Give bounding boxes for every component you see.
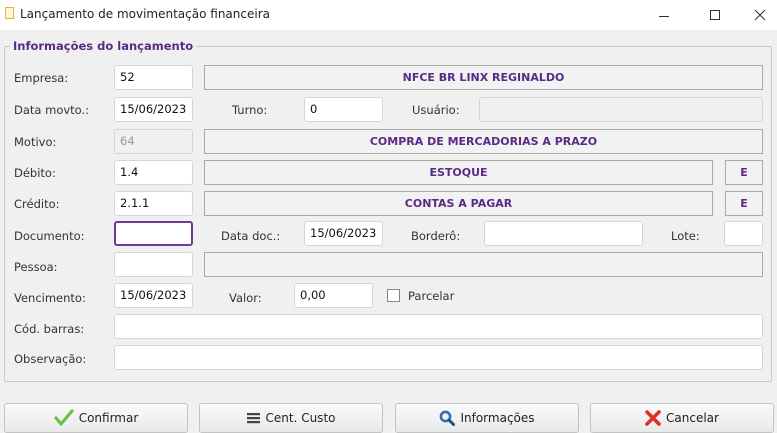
empresa-name-panel: NFCE BR LINX REGINALDO bbox=[204, 65, 763, 90]
bordero-label: Borderô: bbox=[411, 229, 461, 243]
maximize-icon bbox=[710, 10, 720, 20]
close-button[interactable] bbox=[737, 0, 777, 30]
info-button[interactable]: Informações bbox=[395, 403, 579, 433]
maximize-button[interactable] bbox=[692, 0, 738, 30]
documento-label: Documento: bbox=[14, 229, 85, 243]
observacao-field[interactable] bbox=[114, 345, 763, 370]
cod-barras-label: Cód. barras: bbox=[14, 322, 85, 336]
usuario-field bbox=[479, 97, 763, 122]
debito-label: Débito: bbox=[14, 166, 56, 180]
pessoa-name-panel bbox=[204, 252, 763, 277]
confirm-button-label: Confirmar bbox=[78, 411, 139, 425]
motivo-label: Motivo: bbox=[14, 135, 57, 149]
vencimento-field[interactable]: 15/06/2023 bbox=[114, 283, 193, 308]
minimize-button[interactable] bbox=[641, 0, 687, 30]
magnifier-icon bbox=[439, 410, 456, 426]
credito-field[interactable]: 2.1.1 bbox=[114, 191, 193, 216]
confirm-button[interactable]: Confirmar bbox=[4, 403, 188, 433]
vencimento-label: Vencimento: bbox=[14, 291, 86, 305]
credito-name-panel: CONTAS A PAGAR bbox=[204, 191, 713, 216]
credito-e-button[interactable]: E bbox=[725, 191, 763, 216]
debito-field[interactable]: 1.4 bbox=[114, 160, 193, 185]
list-icon bbox=[246, 412, 261, 424]
observacao-label: Observação: bbox=[14, 352, 87, 366]
empresa-label: Empresa: bbox=[14, 71, 69, 85]
turno-label: Turno: bbox=[232, 103, 268, 117]
credito-label: Crédito: bbox=[14, 197, 60, 211]
valor-label: Valor: bbox=[229, 291, 262, 305]
motivo-name-panel: COMPRA DE MERCADORIAS A PRAZO bbox=[204, 129, 763, 154]
debito-e-button[interactable]: E bbox=[725, 160, 763, 185]
data-movto-label: Data movto.: bbox=[14, 103, 90, 117]
motivo-field: 64 bbox=[114, 129, 193, 154]
usuario-label: Usuário: bbox=[412, 103, 460, 117]
cancel-button[interactable]: Cancelar bbox=[590, 403, 774, 433]
parcelar-label[interactable]: Parcelar bbox=[408, 289, 454, 303]
info-button-label: Informações bbox=[460, 411, 535, 425]
bordero-field[interactable] bbox=[484, 221, 643, 246]
check-icon bbox=[54, 409, 74, 427]
title-bar: Lançamento de movimentação financeira bbox=[0, 0, 777, 30]
minimize-icon bbox=[659, 15, 669, 17]
document-icon bbox=[5, 7, 14, 19]
close-icon bbox=[754, 9, 766, 21]
debito-name-panel: ESTOQUE bbox=[204, 160, 713, 185]
lote-field[interactable] bbox=[724, 221, 763, 246]
lote-label: Lote: bbox=[671, 229, 700, 243]
cod-barras-field[interactable] bbox=[114, 314, 763, 339]
window-title: Lançamento de movimentação financeira bbox=[20, 7, 270, 21]
cost-center-button-label: Cent. Custo bbox=[265, 411, 336, 425]
data-doc-label: Data doc.: bbox=[221, 229, 281, 243]
turno-field[interactable]: 0 bbox=[304, 97, 383, 122]
valor-field[interactable]: 0,00 bbox=[294, 283, 373, 308]
documento-field[interactable] bbox=[114, 221, 193, 246]
cancel-button-label: Cancelar bbox=[666, 411, 719, 425]
parcelar-checkbox[interactable] bbox=[387, 289, 400, 302]
group-title: Informações do lançamento bbox=[10, 39, 197, 53]
cross-icon bbox=[645, 410, 661, 426]
pessoa-label: Pessoa: bbox=[14, 260, 58, 274]
pessoa-field[interactable] bbox=[114, 252, 193, 277]
data-movto-field[interactable]: 15/06/2023 bbox=[114, 97, 193, 122]
empresa-field[interactable]: 52 bbox=[114, 65, 193, 90]
data-doc-field[interactable]: 15/06/2023 bbox=[304, 221, 383, 246]
cost-center-button[interactable]: Cent. Custo bbox=[199, 403, 383, 433]
